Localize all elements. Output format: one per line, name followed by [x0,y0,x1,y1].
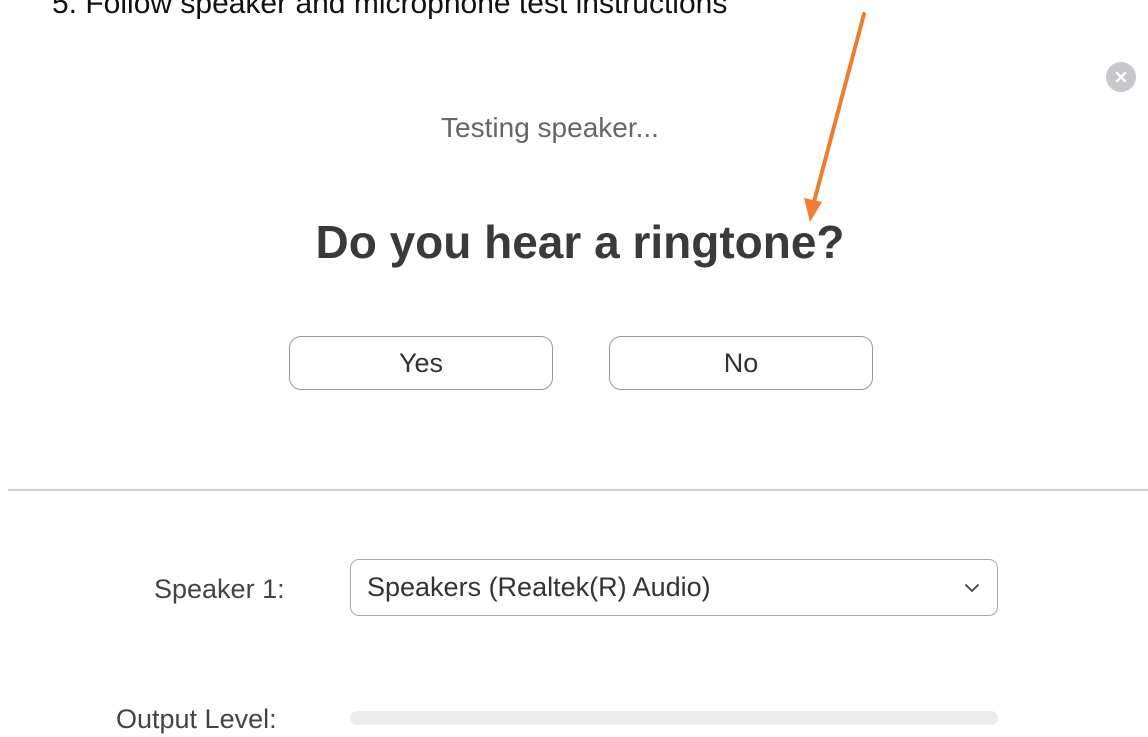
chevron-down-icon [965,583,979,592]
instruction-text: 5. Follow speaker and microphone test in… [52,0,728,20]
close-icon [1115,71,1127,83]
output-level-meter [350,711,998,725]
yes-button[interactable]: Yes [289,336,553,390]
testing-status: Testing speaker... [441,112,659,143]
speaker-select[interactable]: Speakers (Realtek(R) Audio) [350,559,998,616]
no-button[interactable]: No [609,336,873,390]
close-button[interactable] [1106,62,1136,92]
divider [8,489,1148,491]
speaker-label: Speaker 1: [154,574,285,604]
arrow-shaft [812,12,866,204]
speaker-select-value: Speakers (Realtek(R) Audio) [367,572,711,602]
output-level-label: Output Level: [116,704,277,734]
ringtone-question: Do you hear a ringtone? [315,216,845,268]
